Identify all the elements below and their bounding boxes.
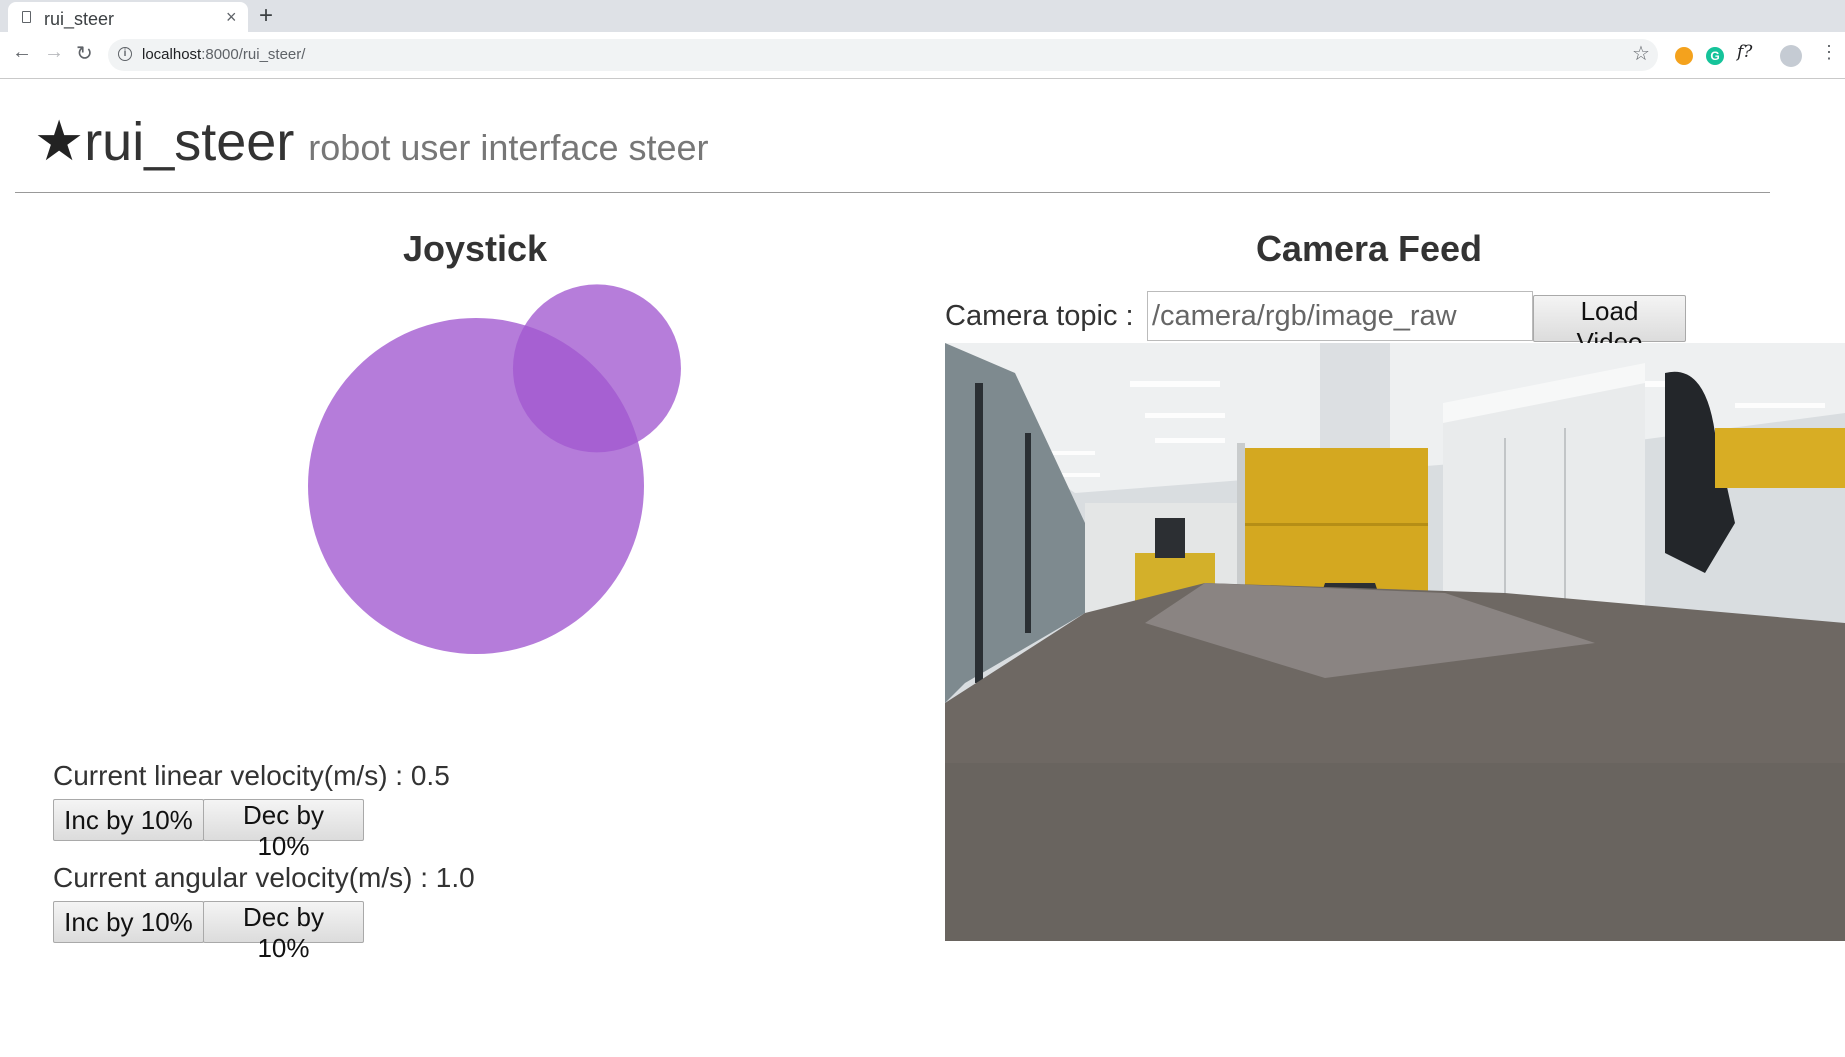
cookie-extension-icon[interactable]: [1675, 47, 1693, 65]
joystick-heading: Joystick: [402, 228, 548, 269]
header-divider: [15, 192, 1770, 193]
browser-tab[interactable]: rui_steer ×: [8, 2, 248, 32]
url-path: :8000/rui_steer/: [201, 46, 306, 63]
dec-linear-velocity-button[interactable]: Dec by 10%: [203, 799, 364, 861]
grammarly-extension-icon[interactable]: G: [1706, 47, 1724, 65]
star-logo-icon: ★: [34, 109, 85, 172]
inc-linear-velocity-button[interactable]: Inc by 10%: [53, 799, 204, 841]
dec-angular-velocity-button[interactable]: Dec by 10%: [203, 901, 364, 963]
joystick-knob[interactable]: [512, 284, 681, 453]
page-header: ★rui_steer robot user interface steer: [34, 108, 709, 174]
close-tab-icon[interactable]: ×: [226, 7, 237, 28]
page-subtitle: robot user interface steer: [308, 127, 709, 168]
url-host: localhost: [142, 46, 202, 63]
url-text[interactable]: localhost:8000/rui_steer/: [142, 46, 305, 63]
camera-feed-image: [945, 343, 1845, 941]
new-tab-icon[interactable]: +: [259, 2, 273, 30]
camera-topic-input[interactable]: [1147, 291, 1533, 341]
load-video-button[interactable]: Load Video: [1533, 295, 1686, 357]
browser-menu-icon[interactable]: ⋮: [1820, 42, 1838, 63]
back-icon[interactable]: ←: [12, 41, 32, 64]
browser-tab-bar: rui_steer × +: [0, 0, 1845, 32]
inc-angular-velocity-button[interactable]: Inc by 10%: [53, 901, 204, 943]
camera-feed-heading: Camera Feed: [1255, 228, 1483, 269]
linear-velocity-label: Current linear velocity(m/s) : 0.5: [53, 760, 450, 791]
angular-velocity-label: Current angular velocity(m/s) : 1.0: [53, 862, 475, 893]
info-icon[interactable]: i: [118, 47, 132, 61]
page-icon: [22, 11, 31, 23]
browser-toolbar: ← → ↻ i localhost:8000/rui_steer/ ☆ G f?…: [0, 32, 1845, 79]
profile-avatar[interactable]: [1780, 45, 1802, 67]
bookmark-star-icon[interactable]: ☆: [1632, 41, 1650, 66]
camera-topic-label: Camera topic :: [945, 300, 1134, 332]
joystick-widget[interactable]: [300, 278, 700, 668]
forward-icon[interactable]: →: [44, 41, 64, 64]
reload-icon[interactable]: ↻: [76, 41, 93, 66]
formula-extension-icon[interactable]: f?: [1737, 42, 1752, 62]
page-title: rui_steer: [84, 112, 295, 172]
tab-title: rui_steer: [44, 9, 115, 29]
office-scene-image: [945, 343, 1845, 941]
address-bar[interactable]: i localhost:8000/rui_steer/ ☆: [108, 39, 1658, 71]
